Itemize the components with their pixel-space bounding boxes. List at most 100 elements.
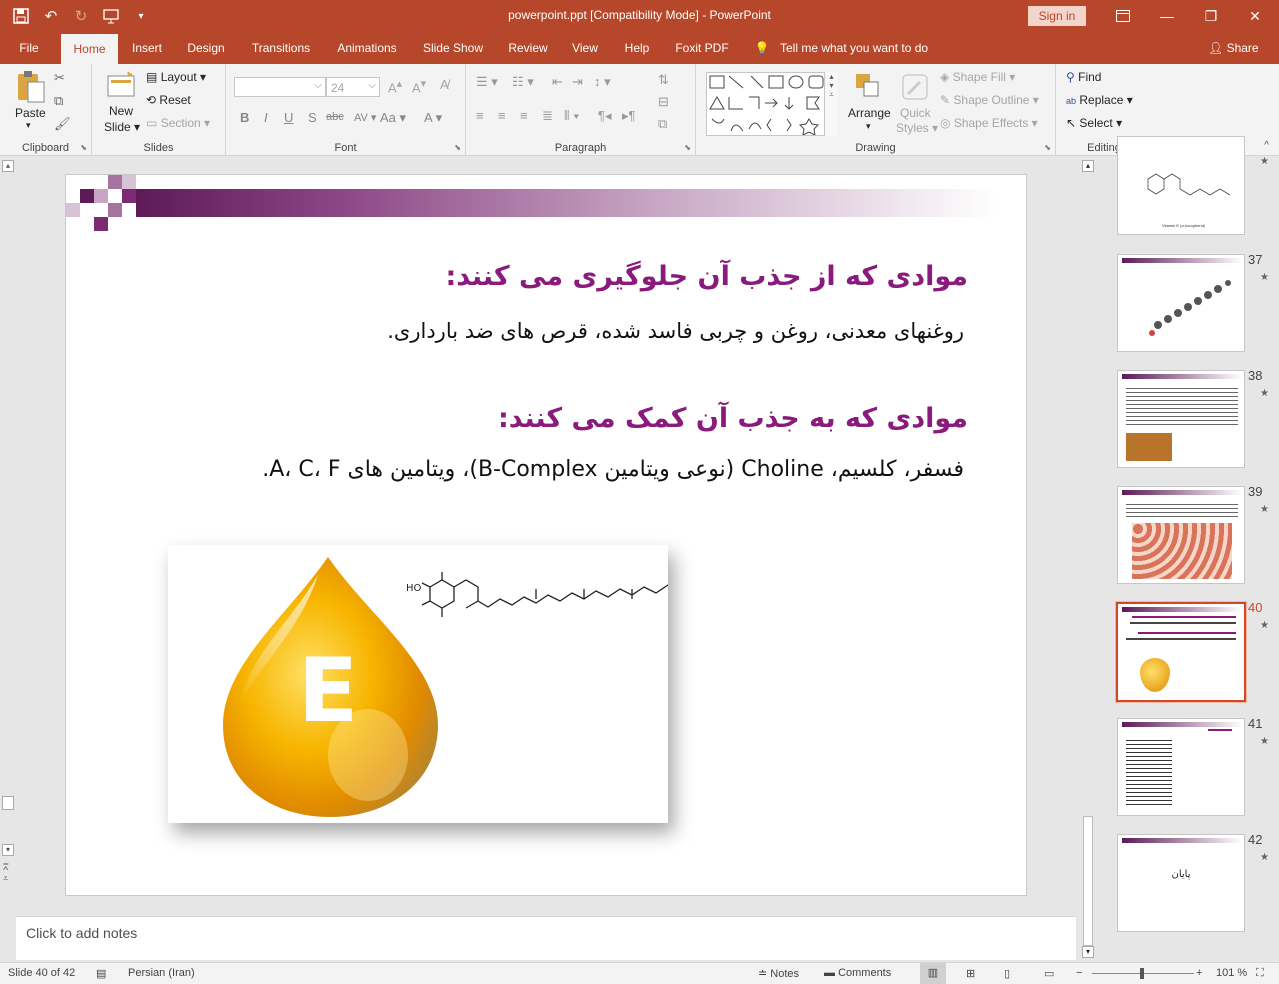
thumbnail-slide-42[interactable]: پایان — [1117, 834, 1245, 932]
ltr-icon[interactable]: ▸¶ — [622, 108, 636, 124]
text-direction-icon[interactable]: ⇅ — [658, 72, 669, 88]
paste-dropdown-icon[interactable]: ▾ — [26, 120, 31, 131]
align-right-icon[interactable]: ≡ — [520, 108, 528, 123]
comments-toggle[interactable]: ▬ Comments — [824, 967, 891, 979]
new-slide-icon[interactable] — [106, 70, 136, 103]
slide-canvas[interactable]: موادی که از جذب آن جلوگیری می کنند: روغن… — [65, 174, 1027, 896]
new-slide-label[interactable]: Slide ▾ — [104, 120, 140, 134]
quick-styles-label[interactable]: Styles ▾ — [896, 121, 938, 135]
arrange-dropdown-icon[interactable]: ▾ — [866, 121, 871, 132]
reading-view-icon[interactable]: ▯ — [1004, 967, 1010, 980]
minimize-icon[interactable]: — — [1144, 0, 1190, 32]
shape-effects-button[interactable]: ◎ Shape Effects ▾ — [940, 116, 1038, 130]
strikethrough-icon[interactable]: abc — [326, 111, 344, 123]
dialog-launcher-icon[interactable]: ⬊ — [454, 143, 461, 152]
tab-animations[interactable]: Animations — [330, 32, 404, 64]
scroll-up-icon[interactable]: ▴ — [1082, 160, 1094, 172]
thumbnail-slide-37[interactable] — [1117, 254, 1245, 352]
slide-sorter-icon[interactable]: ⊞ — [966, 967, 975, 980]
share-button[interactable]: 👤︎ Share — [1208, 41, 1259, 55]
cut-icon[interactable]: ✂ — [54, 70, 65, 86]
dialog-launcher-icon[interactable]: ⬊ — [80, 143, 87, 152]
zoom-out-icon[interactable]: − — [1076, 967, 1082, 979]
shadow-icon[interactable]: S — [308, 110, 317, 125]
tab-slide-show[interactable]: Slide Show — [418, 32, 488, 64]
scroll-thumb[interactable] — [2, 796, 14, 810]
quick-styles-button[interactable]: Quick — [900, 106, 931, 120]
thumbnail-slide-39[interactable] — [1117, 486, 1245, 584]
clear-formatting-icon[interactable]: A̸ — [440, 77, 449, 92]
increase-indent-icon[interactable]: ⇥ — [572, 74, 583, 90]
dialog-launcher-icon[interactable]: ⬊ — [684, 143, 691, 152]
align-text-icon[interactable]: ⊟ — [658, 94, 669, 110]
ribbon-display-options-icon[interactable] — [1100, 0, 1146, 32]
align-center-icon[interactable]: ≡ — [498, 108, 506, 123]
font-color-icon[interactable]: A ▾ — [424, 110, 442, 126]
layout-button[interactable]: ▤ Layout ▾ — [146, 70, 206, 84]
tab-view[interactable]: View — [566, 32, 604, 64]
increase-font-icon[interactable]: A▴ — [388, 77, 402, 95]
restore-icon[interactable]: ❐ — [1188, 0, 1234, 32]
sign-in-button[interactable]: Sign in — [1028, 6, 1086, 26]
font-size-combo[interactable]: 24 ⌵ — [326, 77, 380, 97]
justify-icon[interactable]: ≣ — [542, 108, 553, 124]
bold-icon[interactable]: B — [240, 110, 249, 125]
zoom-slider-thumb[interactable] — [1140, 968, 1144, 979]
tab-transitions[interactable]: Transitions — [246, 32, 316, 64]
paste-button[interactable]: Paste — [15, 106, 46, 120]
arrange-icon[interactable] — [854, 72, 884, 105]
bullets-icon[interactable]: ☰ ▾ — [476, 74, 498, 90]
dialog-launcher-icon[interactable]: ⬊ — [1044, 143, 1051, 152]
numbering-icon[interactable]: ☷ ▾ — [512, 74, 534, 90]
collapse-ribbon-icon[interactable]: ^ — [1264, 140, 1269, 151]
tab-help[interactable]: Help — [618, 32, 656, 64]
reset-button[interactable]: ⟲ Reset — [146, 93, 191, 107]
zoom-level[interactable]: 101 % — [1216, 967, 1247, 979]
notes-toggle[interactable]: ≐ Notes — [758, 967, 799, 980]
notes-pane[interactable]: Click to add notes — [16, 916, 1076, 960]
copy-icon[interactable]: ⧉ — [54, 93, 63, 109]
select-button[interactable]: ↖ Select ▾ — [1066, 116, 1122, 130]
rtl-icon[interactable]: ¶◂ — [598, 108, 612, 124]
tell-me-search[interactable]: Tell me what you want to do — [780, 32, 936, 64]
tab-review[interactable]: Review — [503, 32, 553, 64]
close-icon[interactable]: ✕ — [1232, 0, 1278, 32]
decrease-font-icon[interactable]: A▾ — [412, 77, 426, 95]
find-button[interactable]: ⚲ Find — [1066, 70, 1101, 84]
columns-icon[interactable]: ⫴ ▾ — [564, 108, 579, 124]
tab-design[interactable]: Design — [182, 32, 230, 64]
scroll-down-icon[interactable]: ▾ — [2, 844, 14, 856]
replace-button[interactable]: ab Replace ▾ — [1066, 93, 1133, 107]
tab-home[interactable]: Home — [61, 34, 118, 64]
tab-foxit-pdf[interactable]: Foxit PDF — [670, 32, 734, 64]
line-spacing-icon[interactable]: ↕ ▾ — [594, 74, 611, 90]
quick-styles-icon[interactable] — [900, 72, 930, 105]
align-left-icon[interactable]: ≡ — [476, 108, 484, 123]
italic-icon[interactable]: I — [264, 110, 268, 125]
change-case-icon[interactable]: Aa ▾ — [380, 110, 406, 126]
fit-slide-icon[interactable]: ⛶ — [1256, 967, 1264, 980]
zoom-in-icon[interactable]: + — [1196, 967, 1202, 979]
decrease-indent-icon[interactable]: ⇤ — [552, 74, 563, 90]
underline-icon[interactable]: U — [284, 110, 293, 125]
shape-outline-button[interactable]: ✎ Shape Outline ▾ — [940, 93, 1039, 107]
scroll-up-icon[interactable]: ▴ — [2, 160, 14, 172]
prev-next-slide-icon[interactable]: ⩞ ⩡ — [3, 862, 8, 884]
shapes-gallery[interactable] — [706, 72, 838, 136]
tab-file[interactable]: File — [8, 32, 50, 64]
vitamin-e-image[interactable]: E HO — [168, 545, 681, 823]
thumbnail-slide-40[interactable] — [1115, 601, 1247, 703]
paste-icon[interactable] — [14, 70, 46, 107]
smartart-icon[interactable]: ⧉ — [658, 116, 667, 132]
section-button[interactable]: ▭ Section ▾ — [146, 116, 210, 130]
new-slide-button[interactable]: New — [109, 104, 133, 118]
normal-view-icon[interactable]: ▥ — [920, 963, 946, 984]
editor-vertical-scrollbar[interactable]: ▴ ▾ ⩞ ⩡ — [0, 156, 16, 914]
format-painter-icon[interactable]: 🖌︎ — [54, 116, 71, 132]
shape-fill-button[interactable]: ◈ Shape Fill ▾ — [940, 70, 1015, 84]
spelling-icon[interactable]: ▤ — [96, 967, 106, 980]
font-name-combo[interactable]: ⌵ — [234, 77, 326, 97]
thumbnail-slide-38[interactable] — [1117, 370, 1245, 468]
thumbnail-scrollbar[interactable]: ▴ ▾ — [1080, 156, 1096, 962]
arrange-button[interactable]: Arrange — [848, 106, 891, 120]
